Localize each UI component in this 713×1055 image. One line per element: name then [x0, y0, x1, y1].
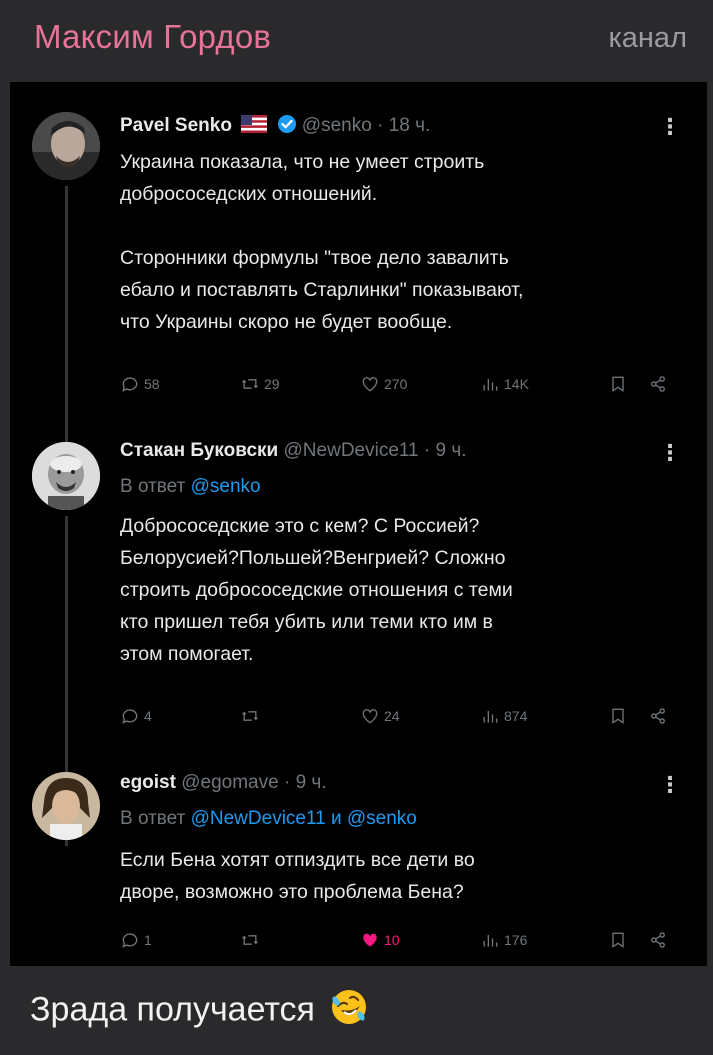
retweet-icon — [242, 935, 258, 945]
bookmark-button[interactable] — [608, 374, 628, 394]
reply-icon — [122, 709, 138, 724]
tweet-text: Украина показала, что не умеет строить д… — [120, 151, 524, 333]
message-caption: Зрада получается — [30, 988, 368, 1035]
tweet-actions: 1 10 176 — [120, 930, 680, 954]
message-caption-area: Зрада получается — [0, 966, 713, 1055]
bookmark-icon — [612, 932, 624, 948]
views-count: 176 — [504, 932, 528, 948]
views-icon — [483, 711, 498, 723]
share-icon — [651, 932, 665, 948]
tweet-screenshot[interactable]: Pavel Senko @senko · 18 ч. ⋮ Украина пок… — [10, 82, 707, 966]
more-options-icon[interactable]: ⋮ — [659, 774, 681, 796]
rofl-emoji-icon — [330, 988, 368, 1035]
views-icon — [483, 935, 498, 947]
tweet-3: egoist @egomave · 9 ч. ⋮ В ответ @NewDev… — [10, 752, 707, 966]
tweet-actions: 58 29 270 14K — [120, 374, 680, 398]
avatar-photo-icon — [32, 112, 100, 180]
views-button[interactable]: 176 — [480, 930, 527, 950]
tweet-header: Стакан Буковски @NewDevice11 · 9 ч. — [120, 440, 467, 462]
share-icon — [651, 376, 665, 392]
verified-badge-icon — [277, 114, 297, 140]
author-name[interactable]: egoist — [120, 772, 176, 793]
message-header: Максим Гордов канал — [0, 0, 713, 80]
tweet-header: Pavel Senko @senko · 18 ч. — [120, 114, 430, 140]
bookmark-button[interactable] — [608, 706, 628, 726]
views-button[interactable]: 14K — [480, 374, 529, 394]
channel-name[interactable]: Максим Гордов — [34, 18, 271, 56]
share-icon — [651, 708, 665, 724]
message-card: Максим Гордов канал Pavel Senko @senko ·… — [0, 0, 713, 1055]
views-icon — [483, 379, 498, 391]
thread-line — [65, 186, 68, 444]
avatar[interactable] — [32, 772, 100, 840]
retweet-count: 29 — [264, 376, 280, 392]
author-name[interactable]: Pavel Senko — [120, 115, 232, 136]
reply-button[interactable]: 1 — [120, 930, 152, 950]
avatar[interactable] — [32, 442, 100, 510]
bookmark-button[interactable] — [608, 930, 628, 950]
reply-to-line: В ответ @senko — [120, 476, 261, 498]
reply-icon — [122, 933, 138, 948]
reply-to-prefix: В ответ — [120, 476, 186, 497]
tweet-2: Стакан Буковски @NewDevice11 · 9 ч. ⋮ В … — [10, 422, 707, 846]
bookmark-icon — [612, 708, 624, 724]
tweet-header: egoist @egomave · 9 ч. — [120, 772, 327, 794]
retweet-button[interactable] — [240, 930, 264, 950]
avatar-photo-icon — [32, 442, 100, 510]
reply-to-mentions[interactable]: @NewDevice11 и @senko — [191, 808, 417, 829]
heart-icon — [362, 709, 378, 724]
reply-to-line: В ответ @NewDevice11 и @senko — [120, 808, 417, 830]
reply-button[interactable]: 4 — [120, 706, 152, 726]
like-count: 10 — [384, 932, 400, 948]
like-button[interactable]: 24 — [360, 706, 400, 726]
bookmark-icon — [612, 376, 624, 392]
reply-count: 1 — [144, 932, 152, 948]
reply-button[interactable]: 58 — [120, 374, 160, 394]
more-options-icon[interactable]: ⋮ — [659, 442, 681, 464]
more-options-icon[interactable]: ⋮ — [659, 116, 681, 138]
tweet-text: Если Бена хотят отпиздить все дети во дв… — [120, 849, 475, 903]
retweet-icon — [242, 711, 258, 721]
reply-count: 4 — [144, 708, 152, 724]
handle-and-time: @senko · 18 ч. — [301, 115, 431, 136]
retweet-button[interactable]: 29 — [240, 374, 280, 394]
like-button[interactable]: 10 — [360, 930, 400, 950]
handle-and-time: @egomave · 9 ч. — [181, 772, 327, 793]
like-button[interactable]: 270 — [360, 374, 407, 394]
tweet-text: Добрососедские это с кем? С Россией? Бел… — [120, 515, 513, 665]
like-count: 24 — [384, 708, 400, 724]
like-count: 270 — [384, 376, 408, 392]
us-flag-icon — [241, 115, 268, 139]
tweet-actions: 4 24 874 — [120, 706, 680, 730]
views-count: 874 — [504, 708, 528, 724]
caption-text: Зрада получается — [30, 990, 315, 1029]
retweet-button[interactable] — [240, 706, 264, 726]
heart-filled-icon — [363, 933, 377, 947]
avatar[interactable] — [32, 112, 100, 180]
channel-tag: канал — [608, 22, 687, 54]
views-count: 14K — [504, 376, 529, 392]
reply-count: 58 — [144, 376, 160, 392]
reply-to-mentions[interactable]: @senko — [191, 476, 261, 497]
views-button[interactable]: 874 — [480, 706, 527, 726]
share-button[interactable] — [648, 706, 668, 726]
retweet-icon — [242, 379, 258, 389]
heart-icon — [362, 377, 378, 392]
reply-icon — [122, 377, 138, 392]
tweet-1: Pavel Senko @senko · 18 ч. ⋮ Украина пок… — [10, 82, 707, 444]
share-button[interactable] — [648, 374, 668, 394]
avatar-photo-icon — [32, 772, 100, 840]
share-button[interactable] — [648, 930, 668, 950]
reply-to-prefix: В ответ — [120, 808, 186, 829]
handle-and-time: @NewDevice11 · 9 ч. — [283, 440, 467, 461]
author-name[interactable]: Стакан Буковски — [120, 440, 278, 461]
